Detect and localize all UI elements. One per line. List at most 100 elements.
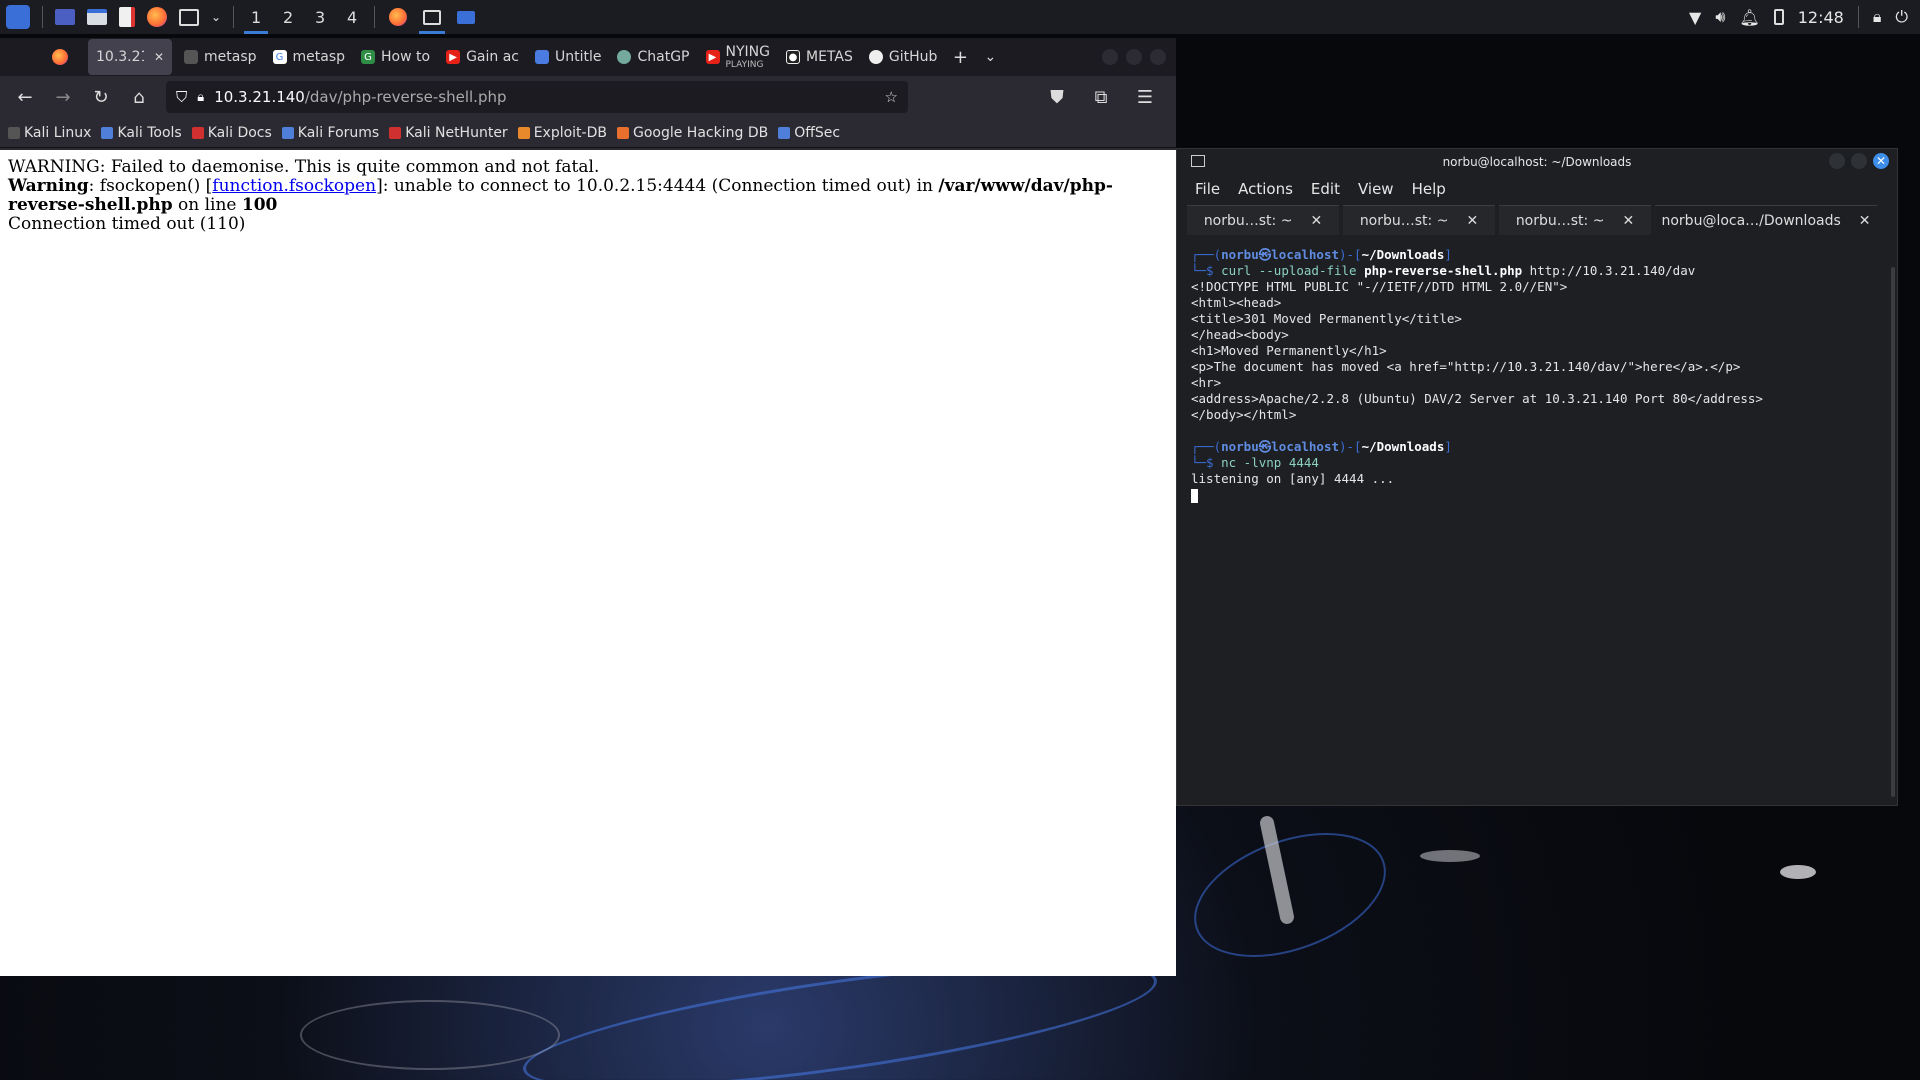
bookmark-kali-linux[interactable]: Kali Linux [8, 125, 91, 141]
text-editor-launcher[interactable] [113, 0, 141, 34]
extensions-button[interactable]: ⧉ [1084, 80, 1118, 114]
bookmark-offsec[interactable]: OffSec [778, 125, 840, 141]
terminal-tab-4[interactable]: norbu@loca…/Downloads ✕ [1655, 205, 1877, 235]
taskbar-terminal[interactable] [415, 0, 449, 34]
show-desktop-button[interactable] [49, 0, 81, 34]
close-window-button[interactable]: ✕ [1873, 153, 1889, 169]
tab-metasploit-2[interactable]: G metasp [265, 39, 354, 75]
close-icon[interactable]: ✕ [1622, 213, 1634, 229]
new-tab-button[interactable]: + [945, 39, 975, 75]
taskbar-file-manager[interactable] [449, 0, 483, 34]
top-panel: ⌄ 1 2 3 4 ▼ 🔊︎ 🔔︎ 12:48 🔒︎ ⏻ [0, 0, 1920, 34]
kali-menu-button[interactable] [0, 0, 36, 34]
volume-icon[interactable]: 🔊︎ [1715, 7, 1725, 27]
tab-untitled[interactable]: Untitle [527, 39, 610, 75]
bookmark-exploit-db[interactable]: Exploit-DB [517, 125, 607, 141]
terminal-icon [179, 8, 199, 26]
taskbar-firefox[interactable] [381, 0, 415, 34]
bookmark-star-icon[interactable]: ☆ [885, 88, 898, 106]
tab-playing-indicator: PLAYING [725, 59, 764, 70]
menu-view[interactable]: View [1358, 180, 1394, 198]
terminal-tab-2[interactable]: norbu…st: ~ ✕ [1343, 205, 1495, 235]
list-all-tabs-button[interactable]: ⌄ [975, 39, 1005, 75]
tab-chatgpt[interactable]: ChatGP [609, 39, 697, 75]
reload-button[interactable]: ↻ [84, 80, 118, 114]
url-bar[interactable]: ⛉ 🔒︎ 10.3.21.140/dav/php-reverse-shell.p… [166, 81, 908, 113]
power-icon[interactable]: ⏻ [1895, 7, 1908, 27]
tab-how-to[interactable]: G How to [353, 39, 438, 75]
output-line: </body></html> [1191, 407, 1297, 422]
tab-label: Gain ac [466, 49, 519, 65]
bookmark-google-hacking-db[interactable]: Google Hacking DB [616, 124, 769, 141]
bookmark-kali-tools[interactable]: Kali Tools [101, 125, 182, 141]
workspace-1[interactable]: 1 [240, 0, 272, 34]
tab-reverse-shell[interactable]: 10.3.21.1 ✕ [88, 39, 172, 75]
firefox-launcher[interactable] [141, 0, 173, 34]
shield-icon[interactable]: ⛉ [176, 88, 187, 106]
toolbar-right: ⛊ ⧉ ☰ [1040, 80, 1168, 114]
command-url-arg: http://10.3.21.140/dav [1522, 263, 1696, 278]
tab-metasploit-1[interactable]: metasp [176, 39, 265, 75]
app-menu-button[interactable]: ☰ [1128, 80, 1162, 114]
tab-metasploit-3[interactable]: ● METAS [778, 39, 861, 75]
daemonise-warning: WARNING: Failed to daemonise. This is qu… [8, 157, 600, 177]
fsockopen-doc-link[interactable]: function.fsockopen [212, 176, 376, 196]
pocket-button[interactable]: ⛊ [1040, 80, 1074, 114]
close-icon[interactable]: ✕ [154, 50, 164, 64]
tab-gain-access[interactable]: ▶ Gain ac [438, 39, 527, 75]
notification-bell-icon[interactable]: 🔔︎ [1739, 8, 1759, 27]
clock[interactable]: 12:48 [1798, 8, 1844, 27]
prompt-host: localhost [1271, 247, 1339, 262]
tab-playing-music[interactable]: ▶ NYING PLAYING [698, 39, 778, 75]
terminal-tab-3[interactable]: norbu…st: ~ ✕ [1499, 205, 1651, 235]
minimize-button[interactable] [1829, 153, 1845, 169]
bookmark-kali-forums[interactable]: Kali Forums [281, 125, 379, 141]
menu-file[interactable]: File [1195, 180, 1220, 198]
reload-icon: ↻ [93, 86, 109, 108]
bookmark-label: Google Hacking DB [632, 124, 769, 141]
bookmark-kali-nethunter[interactable]: Kali NetHunter [389, 124, 508, 141]
workspace-3[interactable]: 3 [304, 0, 336, 34]
bookmark-kali-docs[interactable]: Kali Docs [191, 124, 272, 141]
close-window-button[interactable] [1150, 49, 1166, 65]
kali-docs-icon [191, 126, 204, 139]
terminal-scrollbar[interactable] [1891, 267, 1895, 797]
file-manager-launcher[interactable] [81, 0, 113, 34]
back-button[interactable]: ← [8, 80, 42, 114]
terminal-window: norbu@localhost: ~/Downloads ✕ File Acti… [1176, 148, 1898, 806]
browser-tab-bar: 10.3.21.1 ✕ metasp G metasp G How to ▶ G… [0, 38, 1176, 76]
forward-button[interactable]: → [46, 80, 80, 114]
prompt-frame: └─$ [1191, 263, 1222, 278]
lock-screen-icon[interactable]: 🔒︎ [1873, 7, 1882, 27]
terminal-output[interactable]: ┌──(norbu㉿localhost)-[~/Downloads] └─$ c… [1177, 235, 1897, 515]
workspace-2[interactable]: 2 [272, 0, 304, 34]
home-button[interactable]: ⌂ [122, 80, 156, 114]
launcher-dropdown[interactable]: ⌄ [205, 0, 227, 34]
output-line: <html><head> [1191, 295, 1282, 310]
arrow-left-icon: ← [17, 86, 33, 108]
menu-actions[interactable]: Actions [1238, 180, 1293, 198]
terminal-launcher[interactable] [173, 0, 205, 34]
terminal-titlebar[interactable]: norbu@localhost: ~/Downloads ✕ [1177, 149, 1897, 175]
lock-icon[interactable]: 🔒︎ [197, 90, 204, 105]
bookmark-label: Kali NetHunter [405, 124, 508, 141]
close-icon[interactable]: ✕ [1310, 213, 1322, 229]
close-icon[interactable]: ✕ [1466, 213, 1478, 229]
terminal-tab-label: norbu@loca…/Downloads [1661, 212, 1841, 229]
url-text[interactable]: 10.3.21.140/dav/php-reverse-shell.php [214, 88, 506, 106]
maximize-button[interactable] [1126, 49, 1142, 65]
close-icon[interactable]: ✕ [1859, 213, 1871, 229]
firefox-view-icon[interactable] [52, 49, 68, 65]
menu-edit[interactable]: Edit [1311, 180, 1340, 198]
minimize-button[interactable] [1102, 49, 1118, 65]
maximize-button[interactable] [1851, 153, 1867, 169]
battery-icon[interactable] [1773, 9, 1784, 25]
workspace-4[interactable]: 4 [336, 0, 368, 34]
menu-help[interactable]: Help [1412, 180, 1446, 198]
terminal-tab-1[interactable]: norbu…st: ~ ✕ [1187, 205, 1339, 235]
chevron-down-icon: ⌄ [984, 49, 997, 65]
warning-line-number: 100 [241, 195, 278, 215]
bookmark-label: Kali Docs [207, 124, 272, 141]
wifi-icon[interactable]: ▼ [1689, 8, 1701, 27]
tab-github[interactable]: GitHub [861, 39, 946, 75]
